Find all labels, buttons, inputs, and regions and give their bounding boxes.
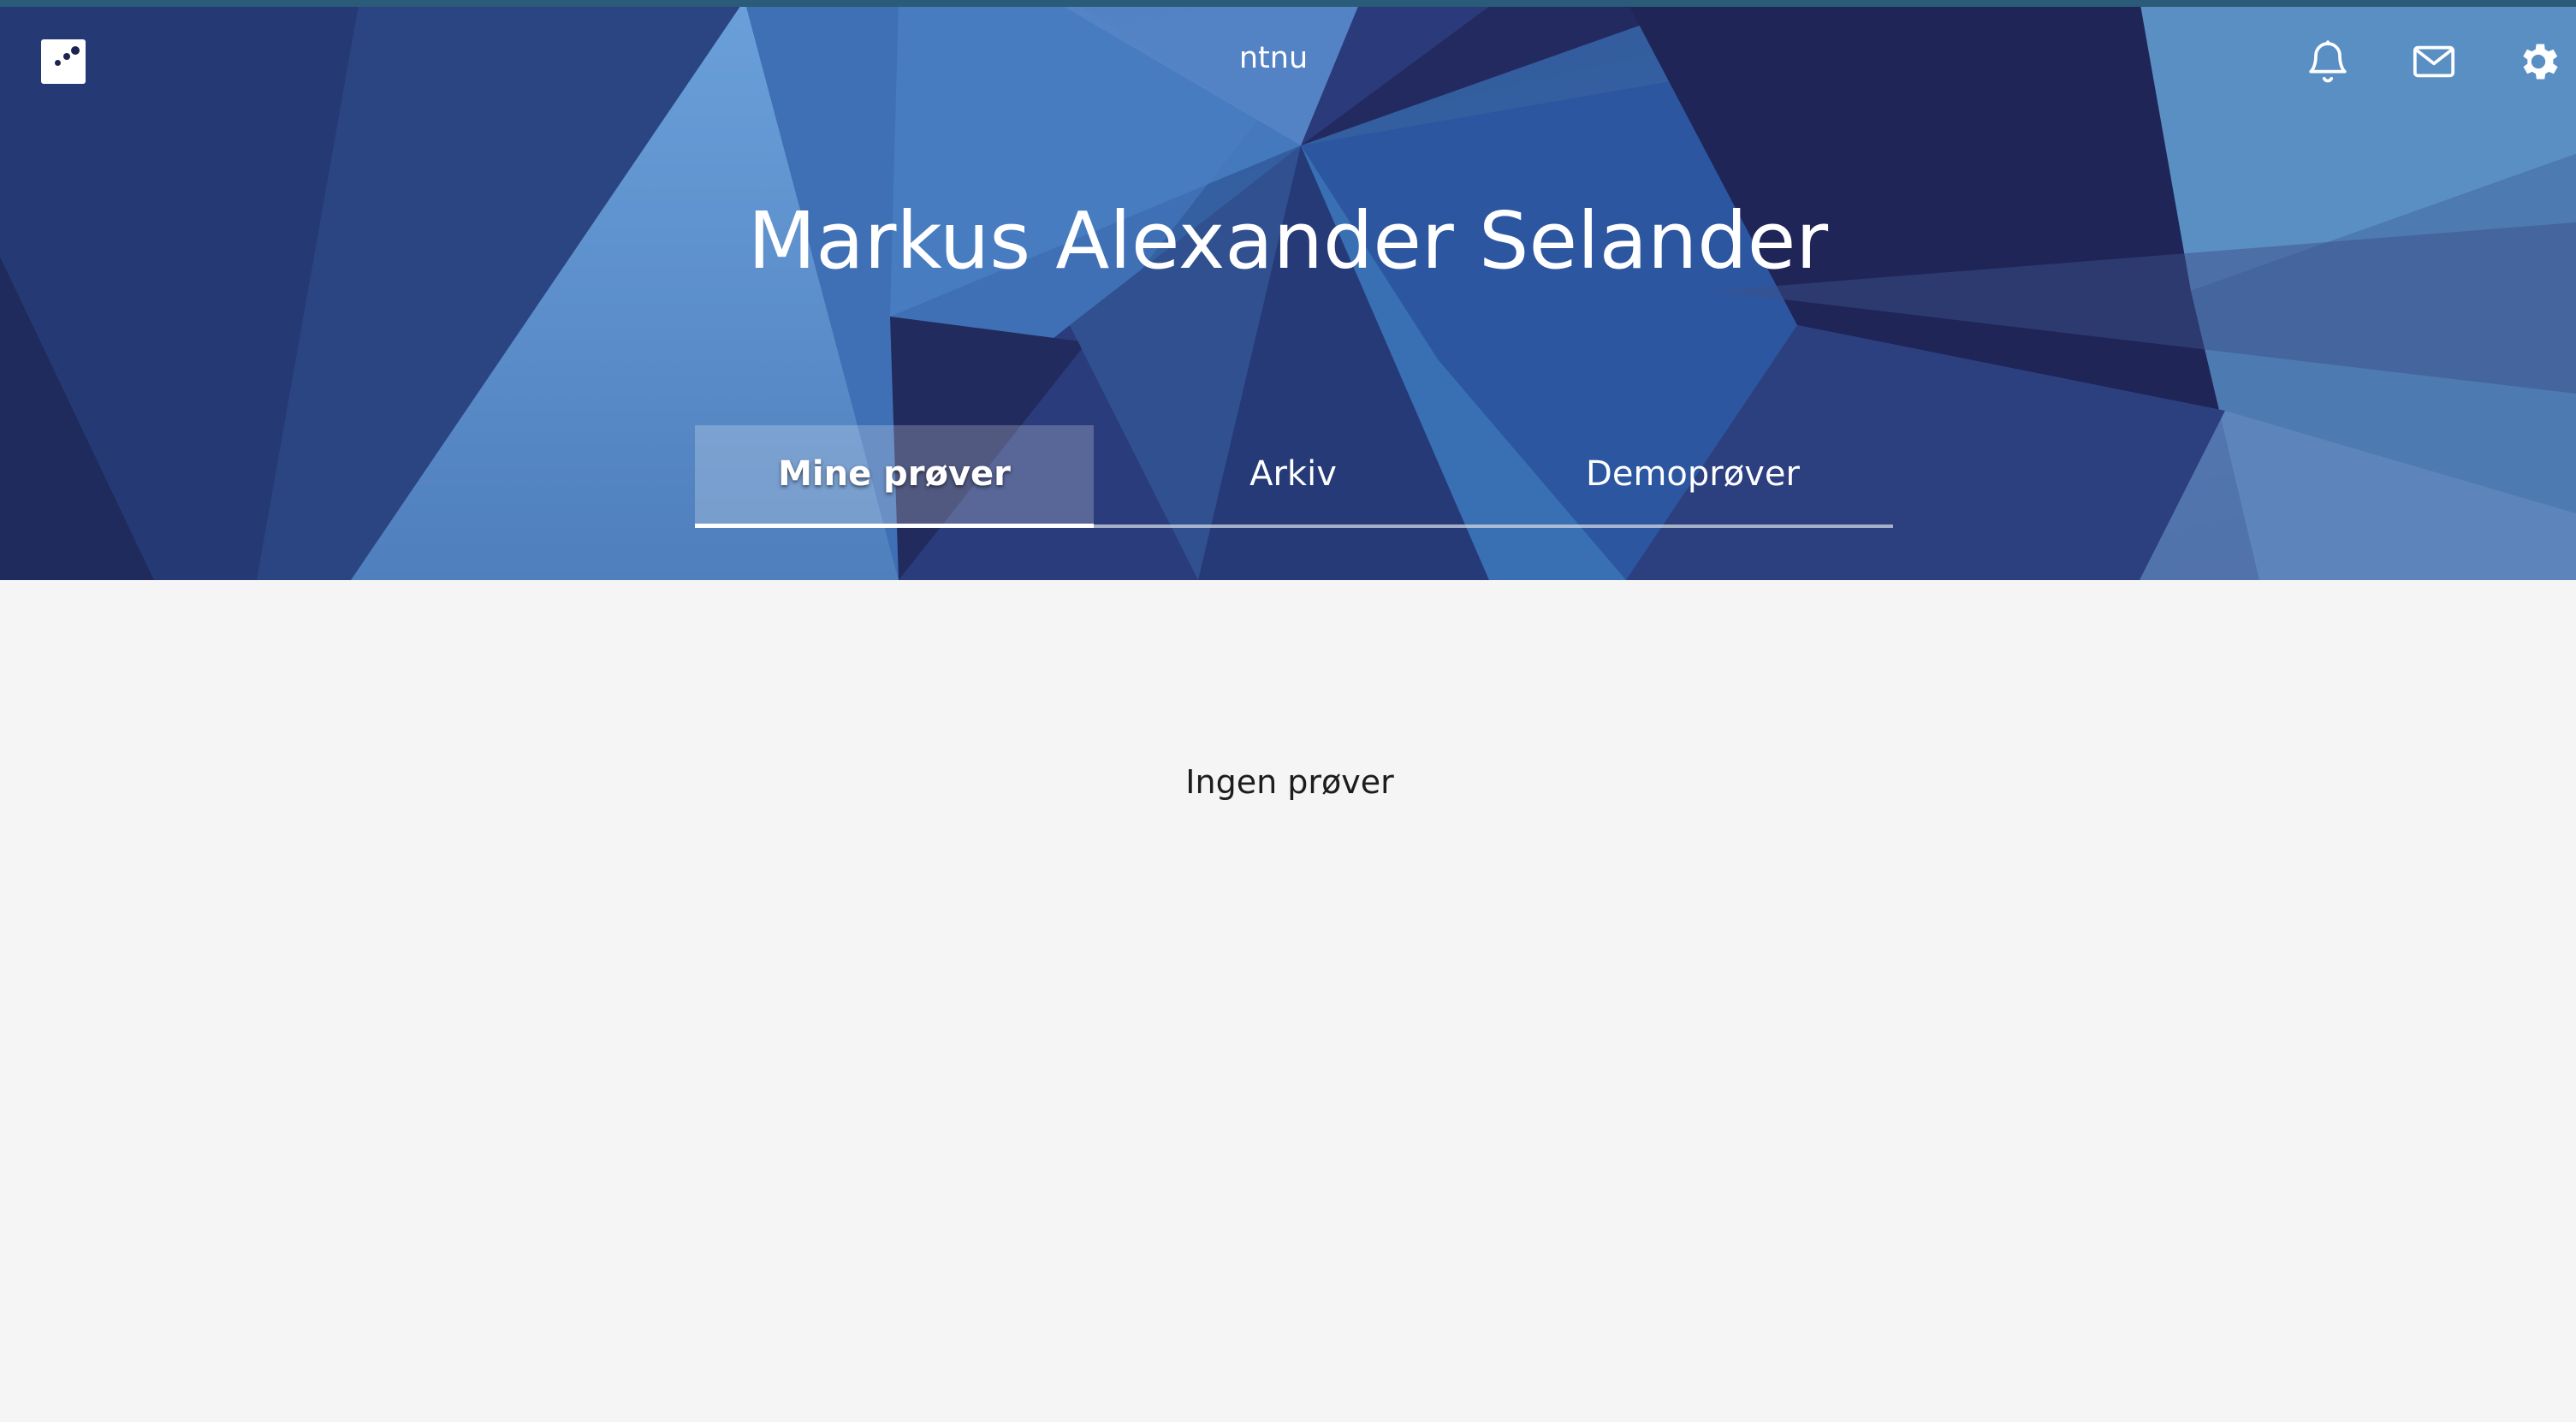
active-tab-indicator xyxy=(695,524,1094,528)
tab-label: Arkiv xyxy=(1249,454,1337,494)
tab-bar: Mine prøver Arkiv Demoprøver xyxy=(695,425,1893,528)
empty-state-label: Ingen prøver xyxy=(1185,763,1394,801)
hero-header: ntnu Markus Alexander Selander Mine prøv… xyxy=(0,0,2576,580)
tab-demoprover[interactable]: Demoprøver xyxy=(1493,425,1892,528)
empty-state-message: Ingen prøver xyxy=(0,763,2576,801)
gear-icon[interactable] xyxy=(2514,38,2562,86)
mail-icon[interactable] xyxy=(2410,38,2458,86)
tab-mine-prover[interactable]: Mine prøver xyxy=(695,425,1094,528)
tab-label: Mine prøver xyxy=(778,454,1011,494)
tab-arkiv[interactable]: Arkiv xyxy=(1094,425,1493,528)
brand-name: ntnu xyxy=(0,41,2576,75)
top-accent-line xyxy=(0,0,2576,7)
tab-label: Demoprøver xyxy=(1586,454,1800,494)
brand-label: ntnu xyxy=(1238,41,1309,75)
bell-icon[interactable] xyxy=(2304,38,2352,86)
page-title: Markus Alexander Selander xyxy=(747,195,1829,287)
